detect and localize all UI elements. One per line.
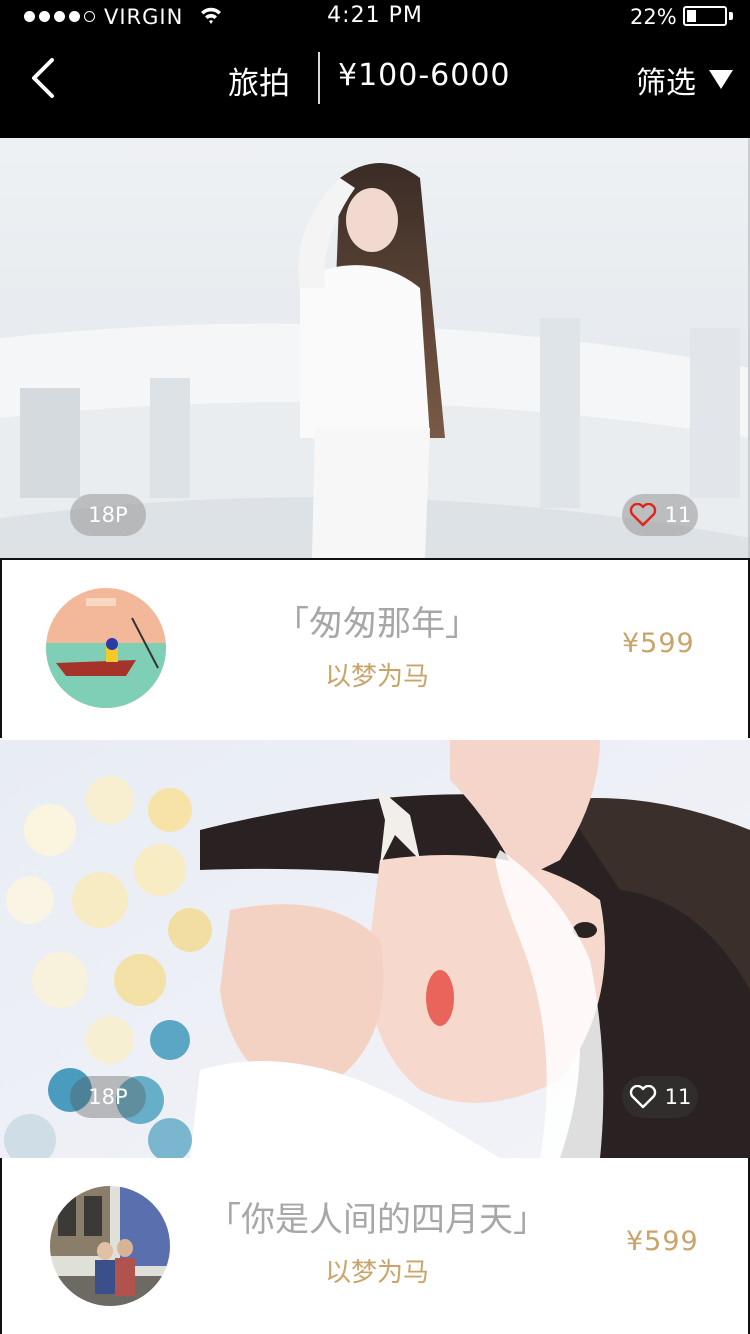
album-card[interactable]: 18P 11 「匆匆那年」 以梦为马 ¥599: [0, 138, 750, 738]
album-info[interactable]: 「你是人间的四月天」 以梦为马 ¥599: [0, 1158, 750, 1334]
page-title: 旅拍: [228, 66, 290, 102]
photographer-name[interactable]: 以梦为马: [2, 656, 750, 693]
triangle-down-icon[interactable]: [708, 68, 734, 90]
filter-button[interactable]: 筛选: [636, 58, 696, 102]
album-card[interactable]: 18P 11 「你是人间的四月天」 以梦为马 ¥599: [0, 740, 750, 1334]
heart-icon: [629, 503, 656, 527]
price-range[interactable]: ¥100-6000: [338, 58, 511, 93]
like-button[interactable]: 11: [622, 494, 698, 536]
like-count: 11: [664, 1085, 692, 1109]
top-bar: VIRGIN 4:21 PM 22% 旅拍 ¥100-6000 筛选: [0, 0, 750, 138]
album-cover-photo[interactable]: 18P 11: [0, 740, 750, 1158]
photo-count-badge: 18P: [70, 494, 146, 536]
like-button[interactable]: 11: [622, 1076, 698, 1118]
album-price: ¥599: [622, 628, 695, 659]
photographer-name[interactable]: 以梦为马: [2, 1252, 750, 1289]
photo-count-badge: 18P: [70, 1076, 146, 1118]
album-info[interactable]: 「匆匆那年」 以梦为马 ¥599: [0, 558, 750, 738]
title-divider: [318, 52, 320, 104]
album-price: ¥599: [626, 1226, 699, 1257]
heart-icon: [629, 1085, 656, 1109]
status-bar: VIRGIN 4:21 PM 22%: [0, 0, 750, 36]
battery-percent: 22%: [630, 5, 677, 29]
back-button[interactable]: [26, 54, 60, 102]
album-cover-photo[interactable]: 18P 11: [0, 138, 750, 558]
battery-icon: [683, 6, 733, 26]
like-count: 11: [664, 503, 692, 527]
